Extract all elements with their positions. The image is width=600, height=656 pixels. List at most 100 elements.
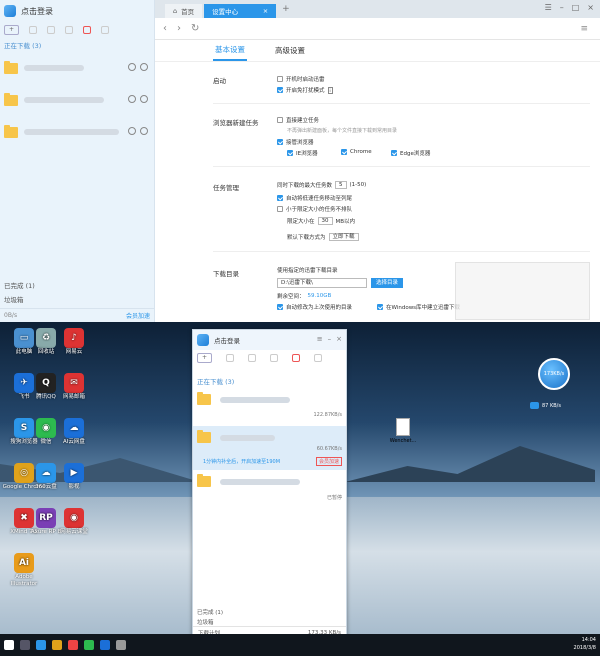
task-row[interactable] (0, 116, 154, 148)
windows-start-icon[interactable] (4, 640, 14, 650)
desktop-icon[interactable]: ✉ 网易邮箱 (52, 373, 96, 401)
speed-float-ball[interactable]: 173KB/s (538, 358, 570, 390)
browser-edge[interactable]: Edge浏览器 (391, 149, 430, 157)
app-icon: ♪ (64, 328, 84, 348)
info-icon[interactable]: i (327, 86, 333, 94)
mini-login-link[interactable]: 点击登录 (214, 335, 240, 345)
task-row[interactable] (0, 52, 154, 84)
startup-opt1[interactable]: 开机时启动迅雷 (277, 75, 325, 83)
checkbox[interactable] (277, 76, 283, 82)
menu-icon[interactable]: ≡ (317, 335, 323, 343)
tab-settings[interactable]: 设置中心 × (204, 4, 277, 18)
close-window-icon[interactable]: × (587, 3, 594, 12)
system-tray: 14:04 2018/3/8 (574, 636, 596, 652)
browser-ie[interactable]: IE浏览器 (287, 149, 318, 157)
size-limit-select[interactable]: 30 (317, 217, 333, 225)
close-window-icon[interactable]: × (336, 335, 342, 343)
pause-icon[interactable] (47, 26, 55, 34)
open-folder-icon[interactable] (140, 127, 148, 135)
desktop-icon[interactable]: ◉ 网易云课堂 (52, 508, 96, 536)
startup-opt2[interactable]: 开启免打扰模式 i (277, 86, 333, 94)
checkbox[interactable] (277, 206, 283, 212)
menu-icon[interactable]: ≡ (580, 24, 588, 34)
maximize-icon[interactable]: □ (572, 3, 580, 12)
desktop-icon[interactable]: Ai Adobe Illustrator (2, 553, 46, 588)
start-icon[interactable] (29, 26, 37, 34)
checkbox[interactable] (391, 150, 397, 156)
login-link[interactable]: 点击登录 (21, 6, 53, 17)
speedup-button[interactable]: 会员加速 (315, 457, 342, 466)
mini-task-row[interactable]: 已暂停 (193, 470, 346, 508)
open-folder-icon[interactable] (140, 95, 148, 103)
checkbox[interactable] (341, 149, 347, 155)
mini-downloading-section[interactable]: 正在下载 (3) (193, 374, 346, 388)
speed-float-small[interactable]: 87 KB/s (530, 402, 561, 409)
pause-task-icon[interactable] (128, 63, 136, 71)
explorer-icon[interactable] (52, 640, 62, 650)
chrome-icon[interactable] (68, 640, 78, 650)
dir-opt1[interactable]: 自动修改为上次使用的目录 (277, 303, 352, 311)
tab-basic[interactable]: 基本设置 (213, 40, 247, 61)
mini-task-row-selected[interactable]: 60.67KB/s 1分钟内补全后，开启加速至190M 会员加速 (193, 426, 346, 470)
forward-icon[interactable]: › (177, 23, 181, 34)
max-tasks-select[interactable]: 5 (335, 181, 347, 189)
desktop-file[interactable]: Wenchet... (386, 418, 420, 444)
more-icon[interactable] (101, 26, 109, 34)
pause-task-icon[interactable] (128, 127, 136, 135)
trash-section[interactable]: 垃圾箱 (4, 294, 24, 304)
delete-icon[interactable] (270, 354, 278, 362)
close-icon[interactable]: × (263, 7, 268, 15)
vip-icon[interactable] (292, 354, 300, 362)
skin-icon[interactable]: ☰ (545, 3, 552, 12)
delete-icon[interactable] (65, 26, 73, 34)
back-icon[interactable]: ‹ (163, 23, 167, 34)
checkbox[interactable] (277, 87, 283, 93)
checkbox[interactable] (377, 304, 383, 310)
select-dir-button[interactable]: 选择目录 (371, 278, 403, 288)
more-icon[interactable] (314, 354, 322, 362)
vip-icon[interactable] (83, 26, 91, 34)
thunder-icon[interactable] (100, 640, 110, 650)
edge-icon[interactable] (36, 640, 46, 650)
pause-icon[interactable] (248, 354, 256, 362)
desktop-icon[interactable]: ▶ 影视 (52, 463, 96, 491)
minimize-icon[interactable]: – (328, 335, 332, 343)
tab-advanced[interactable]: 高级设置 (273, 41, 307, 60)
checkbox[interactable] (277, 139, 283, 145)
dir-path-input[interactable]: D:\迅雷下载\ (277, 278, 367, 288)
checkbox[interactable] (277, 304, 283, 310)
minimize-icon[interactable]: – (560, 3, 564, 12)
task-opt2[interactable]: 小于限定大小的任务不排队 (277, 205, 352, 213)
checkbox[interactable] (287, 150, 293, 156)
new-task-button[interactable]: + (197, 353, 212, 363)
checkbox[interactable] (277, 117, 283, 123)
task-opt1[interactable]: 自动将低速任务移动至列尾 (277, 194, 352, 202)
app-icon[interactable] (116, 640, 126, 650)
desktop-icon[interactable]: ♪ 网易云 (52, 328, 96, 356)
downloading-section[interactable]: 正在下载 (3) (0, 38, 154, 52)
wechat-icon[interactable] (84, 640, 94, 650)
new-tab-button[interactable]: + (282, 4, 290, 14)
task-row[interactable] (0, 84, 154, 116)
completed-section[interactable]: 已完成 (1) (4, 280, 35, 290)
browser-opt1[interactable]: 直接建立任务 (277, 116, 319, 124)
dir-opt2[interactable]: 在Windows库中建立迅雷下载 (377, 303, 460, 311)
new-task-button[interactable]: + (4, 25, 19, 35)
refresh-icon[interactable]: ↻ (191, 23, 199, 34)
desktop-icon[interactable]: ☁ AI云网盘 (52, 418, 96, 446)
search-icon[interactable] (20, 640, 30, 650)
browser-chrome[interactable]: Chrome (341, 149, 372, 155)
mini-task-row[interactable]: 122.87KB/s (193, 388, 346, 426)
open-folder-icon[interactable] (140, 63, 148, 71)
start-icon[interactable] (226, 354, 234, 362)
speedup-link[interactable]: 会员加速 (126, 311, 150, 320)
speedup-message[interactable]: 1分钟内补全后，开启加速至190M (203, 458, 280, 465)
checkbox[interactable] (277, 195, 283, 201)
mini-completed[interactable]: 已完成 (1) (197, 608, 223, 616)
tab-home[interactable]: ⌂ 首页 (165, 4, 203, 18)
download-mode-select[interactable]: 立即下载 (328, 233, 359, 241)
clock[interactable]: 14:04 (574, 636, 596, 644)
browser-opt2[interactable]: 接管浏览器 (277, 138, 314, 146)
mini-trash[interactable]: 垃圾箱 (197, 618, 214, 626)
pause-task-icon[interactable] (128, 95, 136, 103)
